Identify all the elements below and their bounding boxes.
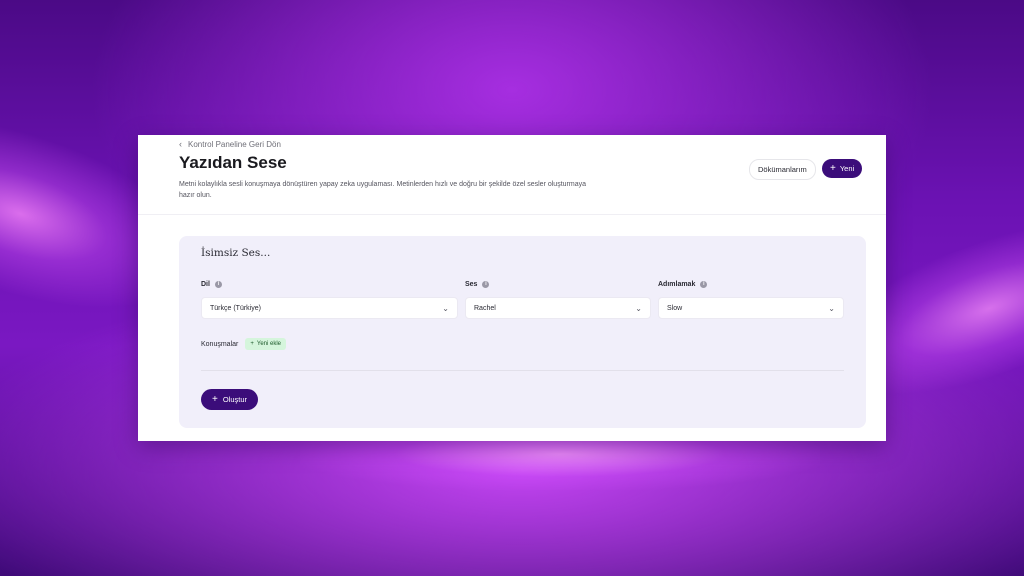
pace-select[interactable]: Slow ⌄ [658,297,844,319]
tts-form-card: İsimsiz Ses... Dil i Türkçe (Türkiye) ⌄ … [179,236,866,428]
documents-button[interactable]: Dökümanlarım [749,159,816,180]
pace-label: Adımlamak i [658,281,708,288]
voice-label: Ses i [465,281,490,288]
conversations-label: Konuşmalar [201,340,239,348]
chevron-down-icon: ⌄ [635,303,642,313]
pace-select-value: Slow [667,304,683,312]
app-window: ‹ Kontrol Paneline Geri Dön Yazıdan Sese… [138,135,886,441]
conversations-row: Konuşmalar + Yeni ekle [201,338,287,350]
new-button[interactable]: + Yeni [822,159,863,178]
voice-select[interactable]: Rachel ⌄ [465,297,651,319]
chevron-down-icon: ⌄ [442,303,449,313]
info-icon[interactable]: i [482,281,490,288]
header-divider [138,214,886,215]
plus-icon: + [212,393,218,405]
info-icon[interactable]: i [214,281,222,288]
language-label-text: Dil [201,281,210,288]
create-button-label: Oluştur [222,395,248,404]
voice-select-value: Rachel [474,304,496,312]
voice-label-text: Ses [465,281,478,288]
chevron-left-icon: ‹ [179,139,182,149]
language-select[interactable]: Türkçe (Türkiye) ⌄ [201,297,458,319]
documents-button-label: Dökümanlarım [758,165,807,174]
language-label: Dil i [201,281,222,288]
new-button-label: Yeni [839,164,855,173]
pace-label-text: Adımlamak [658,281,696,288]
info-icon[interactable]: i [700,281,708,288]
create-button[interactable]: + Oluştur [201,389,259,410]
back-link[interactable]: ‹ Kontrol Paneline Geri Dön [179,139,281,149]
plus-icon: + [250,341,254,347]
page-description: Metni kolaylıkla sesli konuşmaya dönüştü… [179,181,586,199]
add-conversation-label: Yeni ekle [256,341,282,347]
card-divider [201,370,844,371]
page-title: Yazıdan Sese [179,153,287,172]
back-link-label: Kontrol Paneline Geri Dön [188,139,281,149]
language-select-value: Türkçe (Türkiye) [210,304,261,312]
audio-title[interactable]: İsimsiz Ses... [201,247,270,259]
plus-icon: + [830,162,836,174]
chevron-down-icon: ⌄ [828,303,835,313]
add-conversation-button[interactable]: + Yeni ekle [245,338,287,350]
